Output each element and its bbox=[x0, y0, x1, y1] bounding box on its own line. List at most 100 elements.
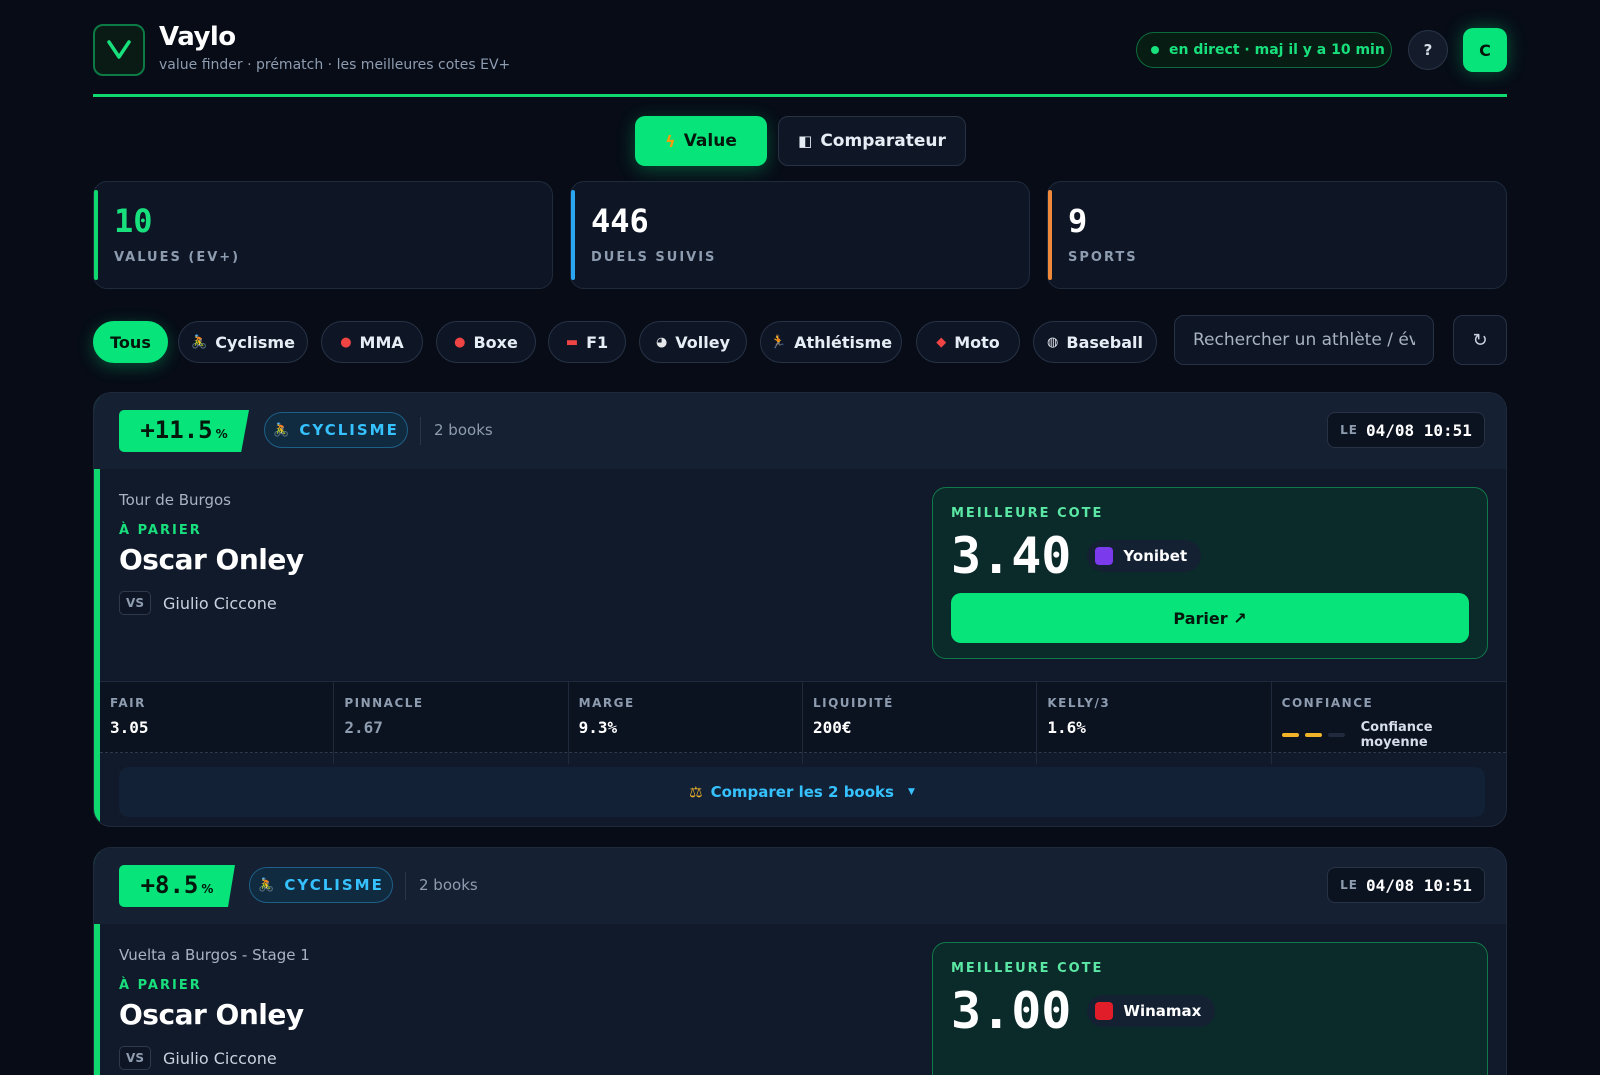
filter-baseball-label: Baseball bbox=[1066, 332, 1143, 352]
race-car-icon: ▬ bbox=[565, 334, 579, 350]
athlete-name: Oscar Onley bbox=[119, 998, 304, 1031]
cyclist-icon: 🚴 bbox=[273, 422, 290, 438]
app-logo[interactable] bbox=[93, 24, 145, 76]
books-count: 2 books bbox=[434, 421, 493, 439]
sport-badge-label: CYCLISME bbox=[284, 876, 384, 894]
search-input[interactable] bbox=[1174, 315, 1434, 365]
best-odds-panel: MEILLEURE COTE 3.00 Winamax bbox=[932, 942, 1488, 1075]
metric-fair-value: 3.05 bbox=[110, 718, 149, 737]
stat-values-number: 10 bbox=[114, 202, 153, 240]
value-card: +8.5 % 🚴 CYCLISME 2 books LE 04/08 10:51… bbox=[93, 847, 1507, 1075]
to-bet-label: À PARIER bbox=[119, 978, 202, 993]
metric-confiance: CONFIANCE Confiance moyenne bbox=[1272, 682, 1506, 764]
metric-liquidite-label: LIQUIDITÉ bbox=[812, 696, 894, 710]
stat-values-label: VALUES (EV+) bbox=[114, 250, 241, 265]
opponent-row: VS Giulio Ciccone bbox=[119, 1046, 277, 1070]
confidence-bar bbox=[1281, 733, 1299, 737]
stat-sports: 9 SPORTS bbox=[1047, 181, 1507, 289]
date-value: 04/08 10:51 bbox=[1365, 420, 1472, 440]
confidence-meter: Confiance moyenne bbox=[1281, 720, 1496, 750]
ev-unit: % bbox=[215, 427, 228, 441]
best-odds-row: 3.40 Yonibet bbox=[951, 531, 1469, 581]
filter-moto[interactable]: ◆ Moto bbox=[916, 321, 1020, 363]
mode-tabs: ϟ Value ◧ Comparateur bbox=[93, 116, 1507, 168]
metric-liquidite: LIQUIDITÉ 200€ bbox=[803, 682, 1038, 764]
date-prefix: LE bbox=[1340, 878, 1358, 892]
cyclist-icon: 🚴 bbox=[191, 334, 208, 350]
metric-confiance-label: CONFIANCE bbox=[1281, 696, 1374, 710]
metric-fair: FAIR 3.05 bbox=[100, 682, 335, 764]
stats-row: 10 VALUES (EV+) 446 DUELS SUIVIS 9 SPORT… bbox=[93, 181, 1507, 291]
filter-athletisme[interactable]: 🏃 Athlétisme bbox=[760, 321, 902, 363]
app-title: Vaylo bbox=[159, 22, 236, 52]
live-dot-icon bbox=[1151, 46, 1159, 54]
refresh-icon: ↻ bbox=[1472, 329, 1488, 351]
stat-sports-number: 9 bbox=[1068, 202, 1088, 240]
user-avatar-button[interactable]: C bbox=[1463, 28, 1507, 72]
metric-marge-value: 9.3% bbox=[578, 718, 618, 737]
vs-tag: VS bbox=[119, 591, 151, 615]
compare-books-label: Comparer les 2 books bbox=[710, 783, 894, 801]
card-header: +8.5 % 🚴 CYCLISME 2 books LE 04/08 10:51 bbox=[94, 848, 1506, 924]
filter-mma-label: MMA bbox=[359, 332, 404, 352]
header-divider bbox=[420, 417, 421, 445]
filter-athletisme-label: Athlétisme bbox=[794, 332, 893, 352]
date-prefix: LE bbox=[1340, 423, 1358, 437]
confidence-bar bbox=[1327, 733, 1345, 737]
filter-tous[interactable]: Tous bbox=[93, 321, 168, 363]
logo-v-icon bbox=[107, 40, 131, 59]
vs-tag: VS bbox=[119, 1046, 151, 1070]
filter-moto-label: Moto bbox=[954, 332, 1000, 352]
metric-fair-label: FAIR bbox=[110, 696, 146, 710]
app-header: Vaylo value finder · prématch · les meil… bbox=[93, 0, 1507, 97]
confidence-bar bbox=[1304, 733, 1322, 737]
books-count: 2 books bbox=[419, 876, 478, 894]
opponent-name: Giulio Ciccone bbox=[163, 593, 277, 613]
bookmaker-logo-icon bbox=[1095, 547, 1114, 565]
bet-button[interactable]: Parier ↗ bbox=[951, 593, 1469, 643]
sport-badge: 🚴 CYCLISME bbox=[264, 412, 408, 448]
refresh-button[interactable]: ↻ bbox=[1453, 315, 1507, 365]
stat-duels-number: 446 bbox=[591, 202, 649, 240]
best-odds-label: MEILLEURE COTE bbox=[951, 506, 1104, 521]
tab-comparateur[interactable]: ◧ Comparateur bbox=[778, 116, 966, 166]
filter-cyclisme-label: Cyclisme bbox=[215, 332, 295, 352]
filter-cyclisme[interactable]: 🚴 Cyclisme bbox=[178, 321, 308, 363]
filter-volley[interactable]: ◕ Volley bbox=[639, 321, 747, 363]
best-odds-label: MEILLEURE COTE bbox=[951, 961, 1104, 976]
stat-values: 10 VALUES (EV+) bbox=[93, 181, 553, 289]
volleyball-icon: ◕ bbox=[655, 334, 668, 350]
filter-baseball[interactable]: ◍ Baseball bbox=[1033, 321, 1157, 363]
sport-badge: 🚴 CYCLISME bbox=[249, 867, 393, 903]
filter-f1[interactable]: ▬ F1 bbox=[548, 321, 626, 363]
metric-marge-label: MARGE bbox=[578, 696, 635, 710]
filter-mma[interactable]: ● MMA bbox=[321, 321, 423, 363]
tab-comparateur-label: Comparateur bbox=[820, 131, 946, 151]
live-status-badge: en direct · maj il y a 10 min bbox=[1136, 32, 1392, 68]
compare-icon: ◧ bbox=[798, 132, 813, 150]
metric-marge: MARGE 9.3% bbox=[569, 682, 803, 764]
ev-badge: +8.5 % bbox=[119, 865, 235, 907]
stat-duels-label: DUELS SUIVIS bbox=[591, 250, 717, 265]
to-bet-label: À PARIER bbox=[119, 523, 202, 538]
help-button[interactable]: ? bbox=[1408, 30, 1448, 70]
sport-filters: Tous 🚴 Cyclisme ● MMA ● Boxe ▬ F1 ◕ Voll… bbox=[93, 315, 1507, 365]
tab-value[interactable]: ϟ Value bbox=[635, 116, 767, 166]
filter-volley-label: Volley bbox=[675, 332, 731, 352]
chevron-down-icon: ▼ bbox=[907, 787, 915, 797]
event-date: LE 04/08 10:51 bbox=[1327, 867, 1485, 903]
metric-pinnacle-value: 2.67 bbox=[344, 718, 383, 737]
live-status-text: en direct · maj il y a 10 min bbox=[1169, 42, 1385, 58]
bookmaker-badge: Winamax bbox=[1087, 995, 1216, 1027]
ev-value: +11.5 bbox=[140, 416, 213, 444]
compare-books-button[interactable]: ⚖ Comparer les 2 books ▼ bbox=[119, 767, 1485, 817]
metric-pinnacle: PINNACLE 2.67 bbox=[334, 682, 569, 764]
cyclist-icon: 🚴 bbox=[258, 877, 275, 893]
ev-badge: +11.5 % bbox=[119, 410, 249, 452]
bookmaker-name: Yonibet bbox=[1123, 547, 1188, 565]
metric-kelly-label: KELLY/3 bbox=[1047, 696, 1111, 710]
filter-boxe[interactable]: ● Boxe bbox=[436, 321, 536, 363]
best-odds-panel: MEILLEURE COTE 3.40 Yonibet Parier ↗ bbox=[932, 487, 1488, 659]
confidence-text: Confiance moyenne bbox=[1360, 720, 1433, 750]
opponent-row: VS Giulio Ciccone bbox=[119, 591, 277, 615]
